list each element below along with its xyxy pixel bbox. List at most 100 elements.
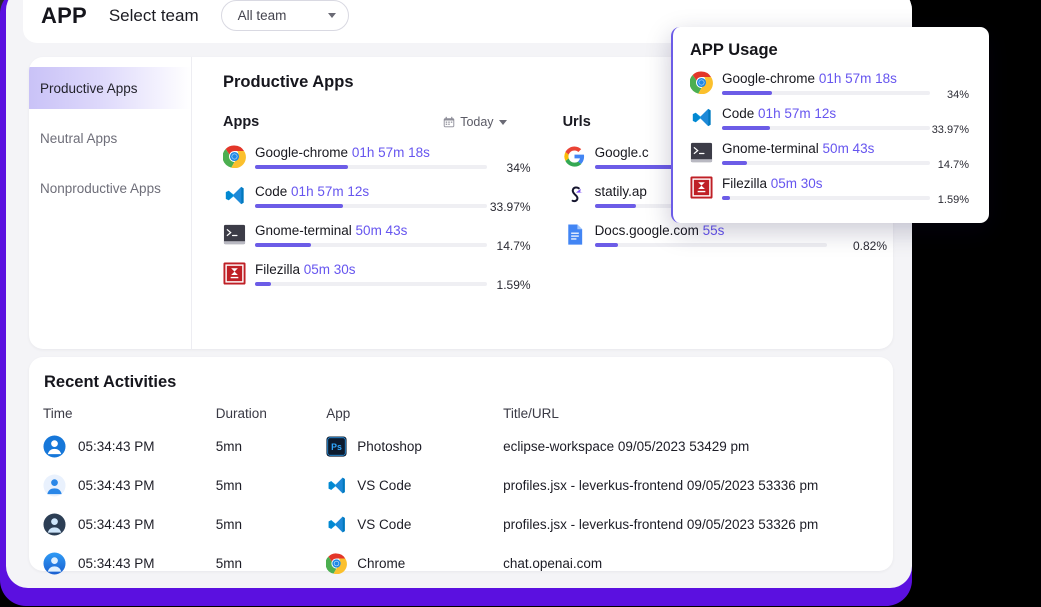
svg-text:Ps: Ps [331,442,342,452]
usage-app-name: Docs.google.com [594,223,699,238]
usage-row-label: Filezilla 05m 30s [722,176,969,191]
usage-app-name: Google-chrome [255,145,349,160]
sidebar-item-productive-apps[interactable]: Productive Apps [29,67,191,109]
filezilla-icon [690,176,713,199]
activity-title-url: chat.openai.com [503,556,603,571]
usage-app-name: Google.c [594,145,649,160]
usage-progress-fill [722,126,770,130]
table-row[interactable]: 05:34:43 PM 5mn VS Code profiles.jsx - leve… [43,505,905,544]
app-usage-popup: APP Usage Google-chrome 01h 57m 18s 34% Co… [671,27,989,223]
column-header-title-url: Title/URL [503,406,559,421]
activity-app-name: VS Code [357,478,412,493]
terminal-icon [690,141,713,164]
usage-percent: 1.59% [937,194,969,206]
usage-progress-track [722,196,930,200]
activity-title-url: profiles.jsx - leverkus-frontend 09/05/2… [503,478,819,493]
activity-title-url: eclipse-workspace 09/05/2023 53429 pm [503,439,750,454]
usage-progress-fill [255,282,272,286]
usage-progress-fill [594,243,618,247]
usage-percent: 34% [506,161,531,175]
activity-title-url: profiles.jsx - leverkus-frontend 09/05/2… [503,517,819,532]
usage-row-label: Google-chrome 01h 57m 18s [722,71,969,86]
activity-time: 05:34:43 PM [78,556,155,571]
usage-app-name: Gnome-terminal [722,141,819,156]
usage-percent: 33.97% [931,124,969,136]
usage-row: Code 01h 57m 12s 33.97% [223,184,535,214]
activity-app-name: VS Code [357,517,412,532]
activity-time: 05:34:43 PM [78,517,155,532]
activity-time: 05:34:43 PM [78,439,155,454]
usage-percent: 0.82% [852,239,887,253]
chrome-icon [326,553,348,574]
recent-activities-card: Recent Activities Time Duration App Title/U… [29,357,893,575]
usage-progress-fill [722,161,747,165]
usage-row: Google-chrome 01h 57m 18s 34% [223,145,535,175]
usage-progress-fill [255,165,348,169]
usage-duration: 50m 43s [355,223,408,238]
usage-progress-fill [722,196,731,200]
activity-app-name: Chrome [357,556,406,571]
usage-row: Code 01h 57m 12s 33.97% [690,106,969,136]
usage-row-label: Code 01h 57m 12s [722,106,969,121]
team-select-dropdown[interactable]: All team [220,0,349,31]
apps-column-header: Apps Today [223,114,535,130]
app-logo: APP [41,2,87,28]
usage-row-label: Gnome-terminal 50m 43s [255,223,535,238]
activity-duration: 5mn [215,478,243,493]
usage-progress-track [722,161,930,165]
screenshot-root: APP Select team All team Productive Apps… [0,0,1041,607]
usage-percent: 1.59% [496,278,531,292]
date-filter-dropdown[interactable]: Today [443,115,507,129]
chrome-icon [690,71,713,94]
popup-usage-list: Google-chrome 01h 57m 18s 34% Code 01h 57m… [690,71,969,206]
usage-row: Filezilla 05m 30s 1.59% [223,262,535,292]
gdocs-icon [563,223,586,246]
usage-progress-fill [722,91,772,95]
table-row[interactable]: 05:34:43 PM 5mn Chrome chat.openai.com [43,544,905,583]
vscode-icon [326,475,347,496]
date-filter-value: Today [460,115,494,129]
table-row[interactable]: 05:34:43 PM 5mn Ps Photoshop eclipse-workspa… [43,427,905,466]
activity-app-name: Photoshop [357,439,422,454]
column-header-time: Time [43,406,73,421]
usage-progress-track [594,243,827,247]
column-header-app: App [326,406,351,421]
usage-percent: 14.7% [937,159,969,171]
usage-row-label: Docs.google.com 55s [595,223,893,238]
usage-row: Docs.google.com 55s 0.82% [563,223,893,253]
usage-app-name: Filezilla [255,262,301,277]
usage-row: Filezilla 05m 30s 1.59% [690,176,969,206]
usage-row: Gnome-terminal 50m 43s 14.7% [690,141,969,171]
terminal-icon [223,223,246,246]
usage-progress-track [255,204,487,208]
usage-progress-track [255,282,487,286]
usage-percent: 14.7% [496,239,531,253]
usage-progress-fill [255,204,344,208]
vscode-icon [223,184,246,207]
activity-time: 05:34:43 PM [78,478,155,493]
table-row[interactable]: 05:34:43 PM 5mn VS Code profiles.jsx - leve… [43,466,905,505]
vscode-icon [326,514,347,535]
usage-progress-track [255,243,487,247]
filezilla-icon [223,262,246,285]
usage-app-name: Code [722,106,755,121]
usage-progress-track [255,165,487,169]
usage-duration: 01h 57m 12s [291,184,370,199]
usage-progress-track [722,126,930,130]
avatar-gradient-icon [43,552,66,575]
usage-app-name: statily.ap [594,184,647,199]
category-sidebar: Productive Apps Neutral Apps Nonproductive… [29,57,192,349]
usage-row: Gnome-terminal 50m 43s 14.7% [223,223,535,253]
column-header-duration: Duration [215,406,267,421]
sidebar-item-neutral-apps[interactable]: Neutral Apps [29,117,191,159]
usage-row-label: Code 01h 57m 12s [255,184,535,199]
usage-row: Google-chrome 01h 57m 18s 34% [690,71,969,101]
activity-duration: 5mn [215,517,243,532]
usage-duration: 05m 30s [770,176,823,191]
usage-row-label: Filezilla 05m 30s [255,262,535,277]
usage-duration: 50m 43s [822,141,875,156]
calendar-icon [443,116,455,128]
usage-app-name: Code [255,184,288,199]
statily-icon [563,184,586,207]
sidebar-item-nonproductive-apps[interactable]: Nonproductive Apps [29,167,191,209]
